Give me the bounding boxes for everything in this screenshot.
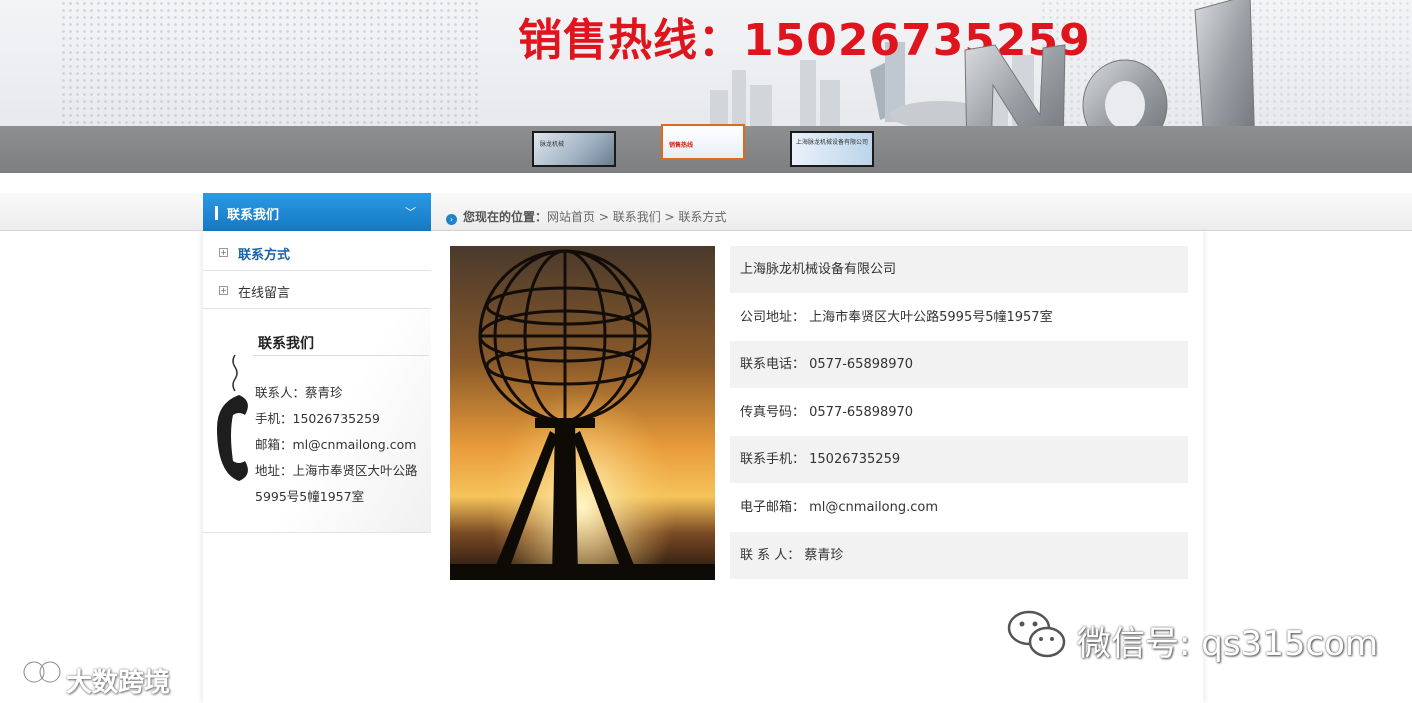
globe-sculpture-photo xyxy=(450,246,715,580)
sidebar-header[interactable]: 联系我们 ﹀ xyxy=(203,193,431,231)
brand-watermark-text: 大数跨境 xyxy=(66,668,171,698)
world-map-decoration xyxy=(60,0,480,130)
location-icon: › xyxy=(446,214,457,225)
expand-plus-icon: + xyxy=(219,248,228,257)
breadcrumb-label: 您现在的位置： xyxy=(463,210,548,224)
info-phone: 联系电话： 0577-65898970 xyxy=(730,341,1188,388)
chevron-down-icon: ﹀ xyxy=(405,206,416,219)
contact-address-line-1: 地址：上海市奉贤区大叶公路 xyxy=(255,463,418,478)
sidebar-contact-box: 联系我们 联系人：蔡青珍 手机：15026735259 邮箱：ml@cnmail… xyxy=(203,309,431,533)
sidebar-item-label: 联系方式 xyxy=(238,248,291,263)
wechat-id-text: 微信号: qs315com xyxy=(1077,624,1379,664)
thumb-caption: 上海脉龙机械设备有限公司 xyxy=(796,139,869,146)
expand-plus-icon: + xyxy=(219,286,228,295)
brand-logo-icon xyxy=(10,660,61,687)
sidebar-title: 联系我们 xyxy=(227,208,280,223)
contact-email: 邮箱：ml@cnmailong.com xyxy=(255,437,417,452)
info-contact-person: 联 系 人： 蔡青珍 xyxy=(730,532,1188,579)
info-company: 上海脉龙机械设备有限公司 xyxy=(730,246,1188,293)
breadcrumb-current: 联系方式 xyxy=(678,210,727,224)
breadcrumb: › 您现在的位置：网站首页 > 联系我们 > 联系方式 xyxy=(446,208,726,225)
info-address: 公司地址： 上海市奉贤区大叶公路5995号5幢1957室 xyxy=(740,310,1053,325)
sidebar-item-contact-method[interactable]: + 联系方式 xyxy=(203,233,431,271)
wechat-watermark: 微信号: qs315com xyxy=(1005,608,1378,666)
breadcrumb-separator: > xyxy=(595,210,613,224)
telephone-icon xyxy=(217,354,248,481)
divider xyxy=(253,355,429,356)
slide-thumbnail-2[interactable]: 销售热线 xyxy=(661,124,745,160)
info-mobile: 联系手机： 15026735259 xyxy=(730,436,1188,483)
wechat-icon xyxy=(1007,610,1066,658)
thumb-caption: 销售热线 xyxy=(669,142,694,149)
breadcrumb-home-link[interactable]: 网站首页 xyxy=(547,210,595,224)
thumb-caption: 脉龙机械 xyxy=(540,141,565,148)
contact-address-line-2: 5995号5幢1957室 xyxy=(255,489,365,504)
brand-watermark: 大数跨境 xyxy=(8,656,170,698)
info-fax: 传真号码： 0577-65898970 xyxy=(740,405,914,420)
contact-box-title: 联系我们 xyxy=(258,336,314,352)
breadcrumb-section-link[interactable]: 联系我们 xyxy=(613,210,661,224)
header-accent-bar xyxy=(215,206,218,220)
contact-person: 联系人：蔡青珍 xyxy=(255,385,343,400)
sidebar-item-online-message[interactable]: + 在线留言 xyxy=(203,271,431,309)
contact-mobile: 手机：15026735259 xyxy=(255,411,380,426)
top-banner: 销售热线：15026735259 脉龙机械 销售热线 上海脉龙机械设备有限公司 xyxy=(0,0,1412,173)
sidebar: + 联系方式 + 在线留言 联系我们 联系人：蔡青珍 手机：1502673525… xyxy=(203,231,431,703)
sidebar-item-label: 在线留言 xyxy=(238,286,291,301)
breadcrumb-separator: > xyxy=(660,210,679,224)
info-email: 电子邮箱： ml@cnmailong.com xyxy=(740,500,938,515)
slide-thumbnail-3[interactable]: 上海脉龙机械设备有限公司 xyxy=(790,131,874,167)
slide-thumbnail-1[interactable]: 脉龙机械 xyxy=(532,131,616,167)
